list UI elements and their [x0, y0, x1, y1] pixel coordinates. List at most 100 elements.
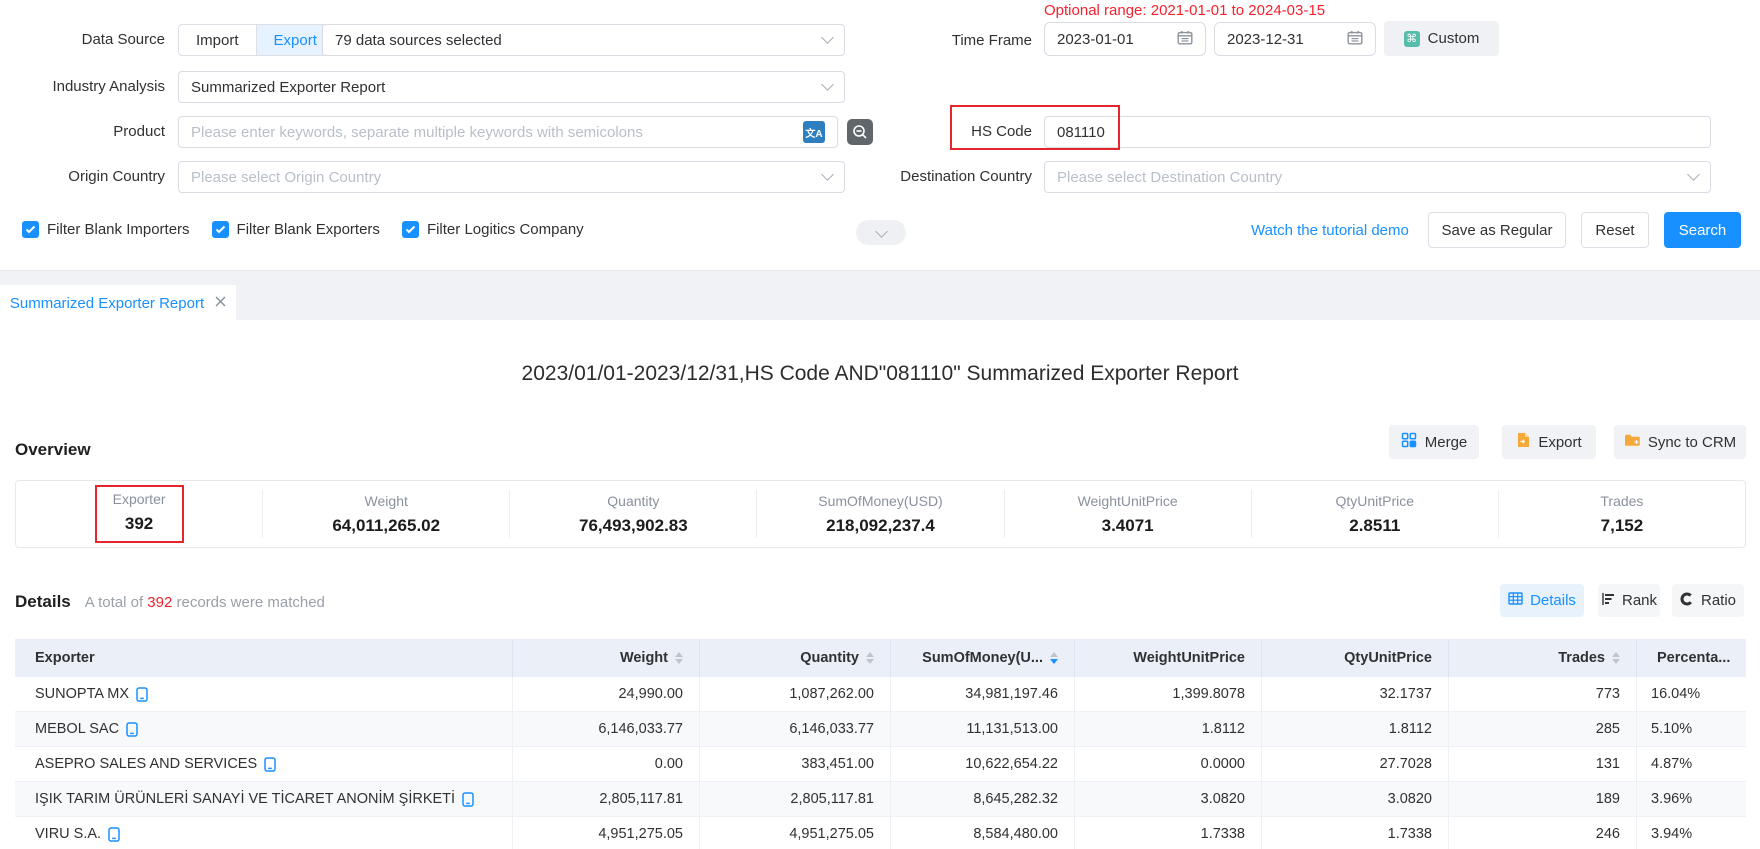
- tab-summarized-exporter-report[interactable]: Summarized Exporter Report: [0, 285, 236, 321]
- exporter-cell: ASEPRO SALES AND SERVICES: [15, 747, 513, 781]
- exporter-name[interactable]: IŞIK TARIM ÜRÜNLERİ SANAYİ VE TİCARET AN…: [35, 791, 455, 807]
- total-suffix: records were matched: [177, 594, 325, 611]
- checkbox-label: Filter Blank Exporters: [237, 221, 380, 238]
- view-ratio-button[interactable]: Ratio: [1672, 584, 1744, 617]
- data-sources-select[interactable]: 79 data sources selected: [322, 24, 845, 56]
- tutorial-link[interactable]: Watch the tutorial demo: [1251, 222, 1409, 239]
- details-heading: Details: [15, 592, 71, 612]
- view-details-label: Details: [1530, 592, 1576, 609]
- contact-icon[interactable]: [136, 687, 148, 702]
- column-label: Quantity: [800, 650, 859, 666]
- column-header-sum_of_money[interactable]: SumOfMoney(U...: [891, 639, 1075, 677]
- origin-country-placeholder: Please select Origin Country: [191, 169, 381, 186]
- table-row: VIRU S.A.4,951,275.054,951,275.058,584,4…: [15, 817, 1746, 849]
- exporter-name[interactable]: SUNOPTA MX: [35, 686, 129, 702]
- view-rank-button[interactable]: Rank: [1598, 584, 1660, 617]
- sort-icon[interactable]: [1612, 652, 1620, 664]
- weight-cell: 2,805,117.81: [513, 782, 700, 816]
- contact-icon[interactable]: [264, 757, 276, 772]
- quantity-cell: 383,451.00: [700, 747, 891, 781]
- translate-icon[interactable]: 文A: [803, 121, 825, 143]
- save-as-regular-button[interactable]: Save as Regular: [1428, 212, 1566, 248]
- origin-country-label: Origin Country: [20, 161, 165, 193]
- overview-stats-card: Exporter 392 Weight 64,011,265.02 Quanti…: [15, 480, 1746, 548]
- overview-heading: Overview: [15, 440, 91, 460]
- sort-icon[interactable]: [1050, 652, 1058, 664]
- column-label: WeightUnitPrice: [1133, 650, 1245, 666]
- expand-filters-button[interactable]: [856, 220, 906, 245]
- contact-icon[interactable]: [126, 722, 138, 737]
- custom-range-button[interactable]: ⌘ Custom: [1384, 21, 1499, 56]
- industry-analysis-value: Summarized Exporter Report: [191, 79, 385, 96]
- filter-logistics-company[interactable]: Filter Logitics Company: [402, 221, 584, 238]
- column-header-quantity[interactable]: Quantity: [700, 639, 891, 677]
- merge-icon: [1401, 432, 1417, 452]
- destination-country-select[interactable]: Please select Destination Country: [1044, 161, 1711, 193]
- sort-icon[interactable]: [866, 652, 874, 664]
- origin-country-select[interactable]: Please select Origin Country: [178, 161, 845, 193]
- details-summary: Details A total of 392 records were matc…: [15, 592, 325, 612]
- highlight-box-exporter: Exporter 392: [95, 485, 184, 543]
- merge-button[interactable]: Merge: [1389, 425, 1479, 459]
- stat-label: QtyUnitPrice: [1335, 493, 1414, 509]
- hs-code-input[interactable]: 081110: [1044, 116, 1711, 148]
- folder-icon: [1624, 433, 1640, 451]
- time-frame-label: Time Frame: [938, 24, 1032, 58]
- stat-qty-unit-price: QtyUnitPrice 2.8511: [1251, 490, 1498, 538]
- stat-label: WeightUnitPrice: [1078, 493, 1178, 509]
- checkbox-checked-icon[interactable]: [402, 221, 419, 238]
- export-label: Export: [1538, 434, 1581, 451]
- percentage-cell: 5.10%: [1637, 712, 1746, 746]
- column-header-trades[interactable]: Trades: [1449, 639, 1637, 677]
- chevron-down-icon: [821, 168, 834, 181]
- product-input[interactable]: Please enter keywords, separate multiple…: [178, 116, 838, 148]
- chevron-down-icon: [1687, 168, 1700, 181]
- industry-analysis-label: Industry Analysis: [20, 71, 165, 103]
- column-label: Weight: [620, 650, 668, 666]
- exclude-keywords-button[interactable]: [847, 119, 873, 145]
- close-icon[interactable]: [215, 294, 226, 312]
- exporter-name[interactable]: VIRU S.A.: [35, 826, 101, 842]
- reset-button[interactable]: Reset: [1581, 212, 1649, 248]
- stat-weight: Weight 64,011,265.02: [262, 490, 509, 538]
- filter-blank-exporters[interactable]: Filter Blank Exporters: [212, 221, 380, 238]
- exporter-name[interactable]: MEBOL SAC: [35, 721, 119, 737]
- hs-code-label: HS Code: [888, 116, 1032, 148]
- weight_unit_price-cell: 1.8112: [1075, 712, 1262, 746]
- view-ratio-label: Ratio: [1701, 592, 1736, 609]
- column-header-exporter: Exporter: [15, 639, 513, 677]
- search-button[interactable]: Search: [1664, 212, 1741, 248]
- checkbox-checked-icon[interactable]: [212, 221, 229, 238]
- sort-icon[interactable]: [675, 652, 683, 664]
- stat-label: SumOfMoney(USD): [818, 493, 942, 509]
- view-details-button[interactable]: Details: [1500, 584, 1584, 617]
- export-file-icon: [1516, 432, 1530, 452]
- export-button[interactable]: Export: [1502, 425, 1596, 459]
- stat-label: Trades: [1600, 493, 1643, 509]
- stat-value: 7,152: [1601, 516, 1644, 536]
- trades-cell: 189: [1449, 782, 1637, 816]
- stat-value: 64,011,265.02: [332, 516, 440, 536]
- percentage-cell: 3.94%: [1637, 817, 1746, 849]
- column-header-weight[interactable]: Weight: [513, 639, 700, 677]
- quantity-cell: 4,951,275.05: [700, 817, 891, 849]
- end-date-input[interactable]: 2023-12-31: [1214, 22, 1376, 56]
- checkbox-checked-icon[interactable]: [22, 221, 39, 238]
- start-date-input[interactable]: 2023-01-01: [1044, 22, 1206, 56]
- stat-value: 3.4071: [1102, 516, 1154, 536]
- stat-label: Weight: [365, 493, 408, 509]
- import-toggle[interactable]: Import: [179, 25, 257, 55]
- quantity-cell: 2,805,117.81: [700, 782, 891, 816]
- filter-blank-importers[interactable]: Filter Blank Importers: [22, 221, 190, 238]
- hs-code-value: 081110: [1057, 124, 1105, 141]
- checkbox-label: Filter Blank Importers: [47, 221, 190, 238]
- industry-analysis-select[interactable]: Summarized Exporter Report: [178, 71, 845, 103]
- contact-icon[interactable]: [108, 827, 120, 842]
- sync-to-crm-button[interactable]: Sync to CRM: [1614, 425, 1746, 459]
- filter-checkbox-row: Filter Blank Importers Filter Blank Expo…: [22, 221, 584, 238]
- stat-weight-unit-price: WeightUnitPrice 3.4071: [1004, 490, 1251, 538]
- exporter-name[interactable]: ASEPRO SALES AND SERVICES: [35, 756, 257, 772]
- total-count: 392: [147, 594, 172, 611]
- stat-label: Exporter: [113, 491, 166, 507]
- contact-icon[interactable]: [462, 792, 474, 807]
